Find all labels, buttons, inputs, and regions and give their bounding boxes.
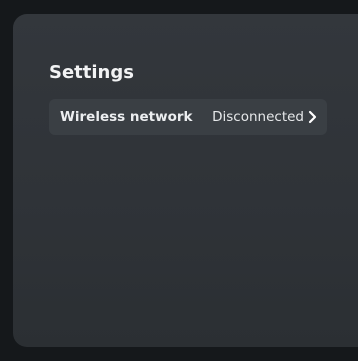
settings-screen: Settings Wireless network Disconnected <box>13 14 358 347</box>
device-bezel: Settings Wireless network Disconnected <box>0 0 358 361</box>
wireless-network-status: Disconnected <box>212 109 304 125</box>
wireless-network-row[interactable]: Wireless network Disconnected <box>49 99 327 135</box>
wireless-network-label: Wireless network <box>60 109 193 125</box>
chevron-right-icon <box>308 110 317 124</box>
page-title: Settings <box>49 62 134 83</box>
